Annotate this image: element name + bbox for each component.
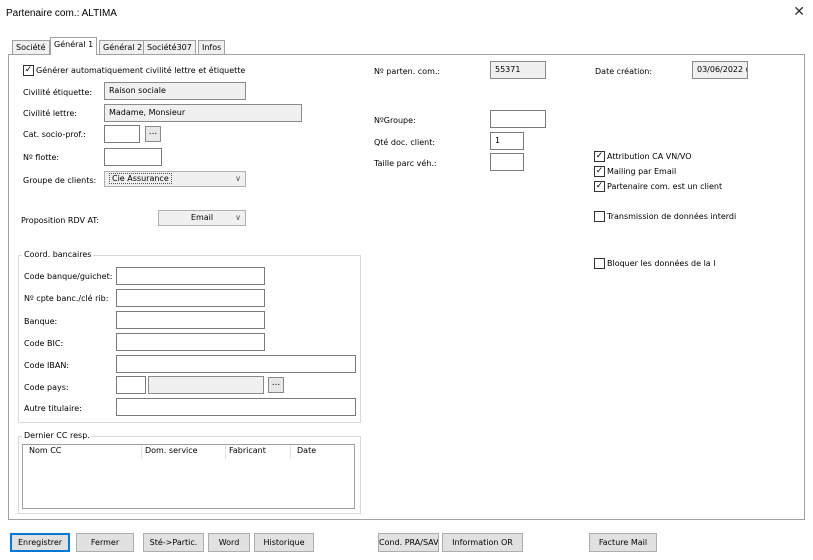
pays-label: Code pays:	[24, 383, 69, 392]
cc-col-dom[interactable]: Dom. service	[145, 446, 198, 455]
mailing-email-label: Mailing par Email	[607, 167, 677, 176]
code-banque-label: Code banque/guichet:	[24, 272, 113, 281]
flotte-label: Nº flotte:	[23, 153, 60, 162]
bank-group-title: Coord. bancaires	[22, 250, 94, 259]
pays-name-field	[148, 376, 264, 394]
chevron-down-icon: ∨	[235, 174, 241, 183]
taille-field[interactable]	[490, 153, 524, 171]
cc-col-fabricant[interactable]: Fabricant	[229, 446, 266, 455]
cc-col-sep	[225, 445, 226, 459]
rdv-value: Email	[190, 213, 214, 222]
rdv-select[interactable]: Email ∨	[158, 210, 246, 226]
tab-general-2[interactable]: Général 2	[99, 40, 147, 55]
historique-button[interactable]: Historique	[254, 533, 314, 552]
pays-browse-button[interactable]: ...	[268, 377, 284, 393]
cat-socio-field[interactable]	[104, 125, 140, 143]
date-creation-label: Date création:	[595, 67, 653, 76]
groupe-field[interactable]	[490, 110, 546, 128]
facture-mail-button[interactable]: Facture Mail	[589, 533, 657, 552]
transmission-label: Transmission de données interdi	[607, 212, 737, 221]
banque-label: Banque:	[24, 317, 58, 326]
num-parten-label: Nº parten. com.:	[374, 67, 441, 76]
groupe-clients-value: Cie Assurance	[109, 173, 172, 184]
close-icon[interactable]: ✕	[793, 4, 805, 20]
bloquer-label: Bloquer les données de la l	[607, 259, 716, 268]
est-client-label: Partenaire com. est un client	[607, 182, 723, 191]
iban-field[interactable]	[116, 355, 356, 373]
word-button[interactable]: Word	[208, 533, 250, 552]
cat-socio-browse-button[interactable]: ...	[145, 126, 161, 142]
groupe-clients-label: Groupe de clients:	[23, 176, 97, 185]
close-button[interactable]: Fermer	[76, 533, 134, 552]
civ-etiquette-field[interactable]: Raison sociale	[104, 82, 246, 100]
bloquer-checkbox[interactable]	[594, 258, 605, 269]
cc-col-sep	[290, 445, 291, 459]
cond-pra-sav-button[interactable]: Cond. PRA/SAV	[378, 533, 439, 552]
qte-field[interactable]: 1	[490, 132, 524, 150]
bic-field[interactable]	[116, 333, 265, 351]
cpte-label: Nº cpte banc./clé rib:	[24, 294, 109, 303]
tab-societe307[interactable]: Société307	[143, 40, 196, 55]
date-creation-field: 03/06/2022 (	[692, 61, 748, 79]
flotte-field[interactable]	[104, 148, 162, 166]
civ-etiquette-label: Civilité étiquette:	[23, 88, 93, 97]
cc-col-sep	[141, 445, 142, 459]
cpte-field[interactable]	[116, 289, 265, 307]
tab-societe[interactable]: Société	[12, 40, 50, 55]
cat-socio-label: Cat. socio-prof.:	[23, 130, 86, 139]
cc-col-date[interactable]: Date	[297, 446, 316, 455]
titulaire-label: Autre titulaire:	[24, 404, 82, 413]
transmission-checkbox[interactable]	[594, 211, 605, 222]
taille-label: Taille parc véh.:	[374, 159, 437, 168]
information-or-button[interactable]: Information OR	[442, 533, 523, 552]
num-parten-field: 55371	[490, 61, 546, 79]
auto-civility-label: Générer automatiquement civilité lettre …	[36, 66, 246, 75]
chevron-down-icon: ∨	[235, 213, 241, 222]
attribution-ca-label: Attribution CA VN/VO	[607, 152, 692, 161]
tab-infos[interactable]: Infos	[198, 40, 226, 55]
groupe-label: NºGroupe:	[374, 116, 416, 125]
banque-field[interactable]	[116, 311, 265, 329]
civ-lettre-label: Civilité lettre:	[23, 109, 77, 118]
code-banque-field[interactable]	[116, 267, 265, 285]
qte-label: Qté doc. client:	[374, 138, 436, 147]
cc-col-nom[interactable]: Nom CC	[29, 446, 61, 455]
iban-label: Code IBAN:	[24, 361, 70, 370]
auto-civility-checkbox[interactable]: ✓	[23, 65, 34, 76]
window-title: Partenaire com.: ALTIMA	[6, 8, 117, 19]
cc-group-title: Dernier CC resp.	[22, 431, 92, 440]
rdv-label: Proposition RDV AT:	[21, 216, 100, 225]
est-client-checkbox[interactable]: ✓	[594, 181, 605, 192]
pays-code-field[interactable]	[116, 376, 146, 394]
save-button[interactable]: Enregistrer	[10, 533, 70, 552]
mailing-email-checkbox[interactable]: ✓	[594, 166, 605, 177]
bic-label: Code BIC:	[24, 339, 64, 348]
ste-partic-button[interactable]: Sté->Partic.	[143, 533, 204, 552]
attribution-ca-checkbox[interactable]: ✓	[594, 151, 605, 162]
tab-general-1[interactable]: Général 1	[50, 37, 98, 55]
civ-lettre-field[interactable]: Madame, Monsieur	[104, 104, 302, 122]
cc-grid[interactable]: Nom CC Dom. service Fabricant Date	[22, 444, 355, 509]
groupe-clients-select[interactable]: Cie Assurance ∨	[104, 171, 246, 187]
titulaire-field[interactable]	[116, 398, 356, 416]
